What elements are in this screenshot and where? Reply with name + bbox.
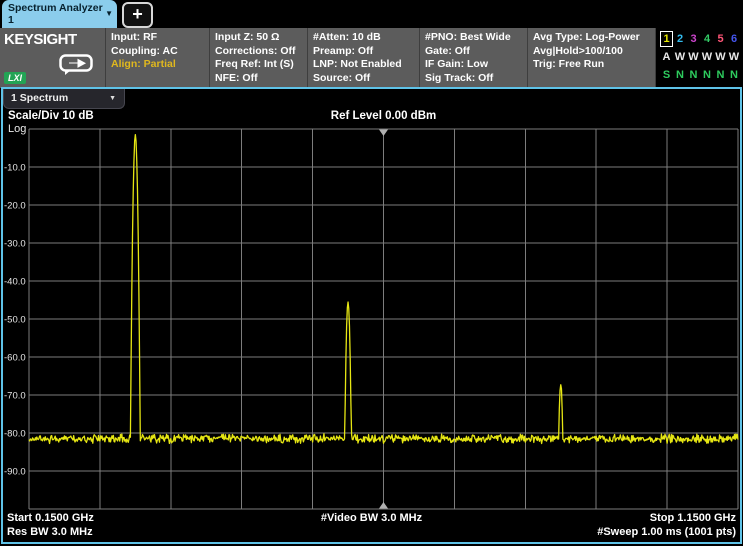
y-axis-tick-label: -50.0 — [4, 315, 26, 326]
trace-6-detector[interactable]: N — [728, 67, 741, 83]
settings-line: NFE: Off — [215, 72, 307, 86]
settings-line: Input: RF — [111, 31, 209, 45]
settings-line: Source: Off — [313, 72, 419, 86]
trace-6-select[interactable]: 6 — [728, 31, 741, 47]
sweep-annotation[interactable]: #Sweep 1.00 ms (1001 pts) — [597, 526, 736, 538]
measurement-window: 1 Spectrum ▼ Scale/Div 10 dB Ref Level 0… — [1, 87, 742, 544]
add-tab-button[interactable]: + — [122, 2, 153, 28]
settings-line: Avg|Hold>100/100 — [533, 45, 655, 59]
res-bw-annotation[interactable]: Res BW 3.0 MHz — [7, 526, 93, 538]
settings-line: Avg Type: Log-Power — [533, 31, 655, 45]
settings-line: Align: Partial — [111, 58, 209, 72]
annotation-row-1: Start 0.1500 GHz #Video BW 3.0 MHz Stop … — [3, 512, 740, 526]
settings-line: Coupling: AC — [111, 45, 209, 59]
trace-6-type[interactable]: W — [728, 49, 741, 65]
video-bw-annotation[interactable]: #Video BW 3.0 MHz — [3, 512, 740, 524]
tab-spectrum-analyzer[interactable]: Spectrum Analyzer 1 Swept SA ▼ — [2, 0, 117, 28]
trace-indicator-row: SNNNNN — [660, 67, 743, 85]
y-axis-tick-label: -90.0 — [4, 467, 26, 478]
trace-1-type[interactable]: A — [660, 49, 673, 65]
y-axis-tick-label: -60.0 — [4, 353, 26, 364]
trace-3-type[interactable]: W — [687, 49, 700, 65]
trace-1-select[interactable]: 1 — [660, 31, 673, 47]
app-tab-bar: Spectrum Analyzer 1 Swept SA ▼ + — [0, 0, 743, 28]
settings-column-avg[interactable]: Avg Type: Log-PowerAvg|Hold>100/100Trig:… — [527, 28, 655, 88]
y-axis-tick-label: -30.0 — [4, 239, 26, 250]
ref-level-annotation[interactable]: Ref Level 0.00 dBm — [29, 110, 738, 122]
trace-indicator-row: 123456 — [660, 31, 743, 49]
measurement-selector-label: 1 Spectrum — [11, 92, 68, 104]
trace-4-type[interactable]: W — [701, 49, 714, 65]
settings-line: Corrections: Off — [215, 45, 307, 59]
settings-bar: KEYSIGHT LXI Input: RFCoupling: ACAlign:… — [0, 28, 743, 88]
chevron-down-icon[interactable]: ▼ — [105, 8, 113, 20]
trace-1-detector[interactable]: S — [660, 67, 673, 83]
spectrum-analyzer-screen: Spectrum Analyzer 1 Swept SA ▼ + KEYSIGH… — [0, 0, 743, 546]
settings-line: Preamp: Off — [313, 45, 419, 59]
trace-5-type[interactable]: W — [714, 49, 727, 65]
center-freq-marker-top — [379, 130, 388, 137]
trace-indicator-row: AWWWWW — [660, 49, 743, 67]
y-axis-tick-label: -80.0 — [4, 429, 26, 440]
trace-3-select[interactable]: 3 — [687, 31, 700, 47]
settings-line: Input Z: 50 Ω — [215, 31, 307, 45]
trace-5-detector[interactable]: N — [714, 67, 727, 83]
graticule-grid — [29, 129, 738, 509]
y-axis-tick-label: -20.0 — [4, 201, 26, 212]
settings-line: #Atten: 10 dB — [313, 31, 419, 45]
trace-5-select[interactable]: 5 — [714, 31, 727, 47]
spectrum-graticule: -10.0 -20.0 -30.0 -40.0 -50.0 -60.0 -70.0 -80.0… — [3, 127, 740, 515]
settings-line: LNP: Not Enabled — [313, 58, 419, 72]
y-axis-tick-label: -70.0 — [4, 391, 26, 402]
annotation-row-2: Res BW 3.0 MHz #Sweep 1.00 ms (1001 pts) — [3, 526, 740, 540]
measurement-selector[interactable]: 1 Spectrum ▼ — [3, 89, 125, 109]
trace-4-detector[interactable]: N — [701, 67, 714, 83]
settings-line: Trig: Free Run — [533, 58, 655, 72]
lxi-badge: LXI — [4, 72, 26, 84]
settings-column-input[interactable]: Input: RFCoupling: ACAlign: Partial — [105, 28, 209, 88]
settings-line: Sig Track: Off — [425, 72, 527, 86]
tab-title: Spectrum Analyzer 1 — [8, 2, 103, 26]
settings-line: #PNO: Best Wide — [425, 31, 527, 45]
settings-column-pno[interactable]: #PNO: Best WideGate: OffIF Gain: LowSig … — [419, 28, 527, 88]
trace-indicator-panel: 123456AWWWWWSNNNNN — [655, 28, 743, 88]
y-axis-tick-label: -40.0 — [4, 277, 26, 288]
settings-line: Gate: Off — [425, 45, 527, 59]
trace-2-detector[interactable]: N — [674, 67, 687, 83]
settings-column-inputz[interactable]: Input Z: 50 ΩCorrections: OffFreq Ref: I… — [209, 28, 307, 88]
stop-freq-annotation[interactable]: Stop 1.1500 GHz — [650, 512, 736, 524]
trace-2-type[interactable]: W — [674, 49, 687, 65]
trace-4-select[interactable]: 4 — [701, 31, 714, 47]
brand-block: KEYSIGHT LXI — [0, 28, 105, 88]
speech-bubble-arrow-icon — [59, 54, 93, 76]
keysight-logo: KEYSIGHT — [4, 31, 105, 48]
y-axis-tick-label: -10.0 — [4, 163, 26, 174]
center-freq-marker-bottom — [379, 502, 388, 509]
settings-column-atten[interactable]: #Atten: 10 dBPreamp: OffLNP: Not Enabled… — [307, 28, 419, 88]
trace-2-select[interactable]: 2 — [674, 31, 687, 47]
settings-line: IF Gain: Low — [425, 58, 527, 72]
trace-3-detector[interactable]: N — [687, 67, 700, 83]
settings-line: Freq Ref: Int (S) — [215, 58, 307, 72]
chevron-down-icon[interactable]: ▼ — [109, 90, 116, 108]
